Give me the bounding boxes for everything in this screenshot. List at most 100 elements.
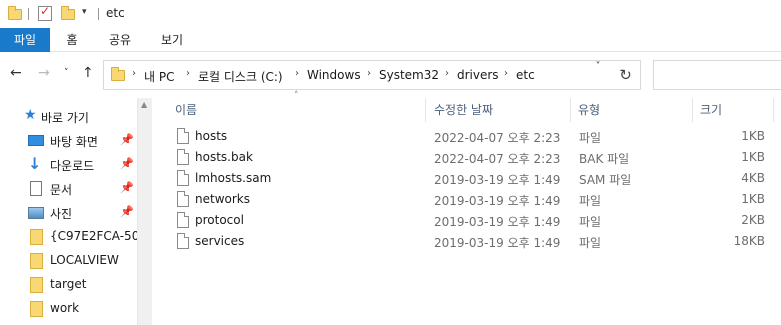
table-row[interactable]: hosts 2022-04-07 오후 2:23 파일 1KB <box>170 126 781 147</box>
arrow-right-icon[interactable]: → <box>38 65 50 81</box>
sidebar-item-label: 다운로드 <box>50 159 95 173</box>
tab-file[interactable]: 파일 <box>0 28 50 52</box>
star-icon: ★ <box>24 107 37 123</box>
file-type: SAM 파일 <box>579 173 632 187</box>
navigation-bar: ← → ˅ ↑ › 내 PC › 로컬 디스크 (C:) › Windows ›… <box>0 52 781 98</box>
properties-icon[interactable]: ✓ <box>38 4 52 21</box>
file-type: 파일 <box>579 194 602 208</box>
file-icon <box>177 233 189 249</box>
table-row[interactable]: hosts.bak 2022-04-07 오후 2:23 BAK 파일 1KB <box>170 147 781 168</box>
breadcrumb-system32[interactable]: System32 <box>379 68 439 82</box>
scroll-up-icon[interactable]: ▲ <box>141 100 147 109</box>
sidebar-item-folder[interactable]: {C97E2FCA-501 <box>0 225 147 249</box>
column-divider[interactable] <box>570 98 571 122</box>
file-name: hosts.bak <box>195 150 253 164</box>
sidebar-item-label: 바탕 화면 <box>50 135 98 149</box>
breadcrumb-local-disk[interactable]: 로컬 디스크 (C:) <box>198 68 283 85</box>
pin-icon[interactable]: 📌 <box>120 181 134 194</box>
table-row[interactable]: networks 2019-03-19 오후 1:49 파일 1KB <box>170 189 781 210</box>
picture-icon <box>28 207 44 219</box>
column-header-size[interactable]: 크기 <box>700 101 722 118</box>
file-name: lmhosts.sam <box>195 171 272 185</box>
chevron-right-icon[interactable]: › <box>367 68 371 79</box>
search-input[interactable] <box>653 60 781 90</box>
chevron-right-icon[interactable]: › <box>295 68 299 79</box>
file-name: services <box>195 234 245 248</box>
separator <box>28 8 29 20</box>
folder-icon <box>30 277 43 293</box>
download-icon: ↓ <box>28 154 42 173</box>
file-icon <box>177 170 189 186</box>
sidebar-scrollbar[interactable]: ▲ <box>137 98 152 325</box>
column-header-name[interactable]: 이름 <box>175 101 197 118</box>
refresh-icon[interactable]: ↻ <box>611 60 641 90</box>
chevron-right-icon[interactable]: › <box>445 68 449 79</box>
sidebar-item-downloads[interactable]: ↓ 다운로드 📌 <box>0 153 137 177</box>
sidebar-item-pictures[interactable]: 사진 📌 <box>0 201 137 225</box>
new-folder-icon[interactable] <box>61 6 75 20</box>
sidebar-item-label: 문서 <box>50 183 73 197</box>
pin-icon[interactable]: 📌 <box>120 157 134 170</box>
sidebar-item-work[interactable]: work <box>0 297 137 321</box>
file-type: 파일 <box>579 131 602 145</box>
sidebar-item-quick-access[interactable]: ★ 바로 가기 <box>0 105 137 129</box>
chevron-down-icon[interactable]: ˅ <box>64 68 69 78</box>
column-divider[interactable] <box>425 98 426 122</box>
arrow-left-icon[interactable]: ← <box>10 65 22 81</box>
file-date: 2019-03-19 오후 1:49 <box>434 215 561 229</box>
file-size: 18KB <box>733 234 765 248</box>
table-row[interactable]: protocol 2019-03-19 오후 1:49 파일 2KB <box>170 210 781 231</box>
tab-view[interactable]: 보기 <box>150 28 194 52</box>
file-size: 1KB <box>741 150 765 164</box>
tab-home[interactable]: 홈 <box>52 28 92 52</box>
table-row[interactable]: services 2019-03-19 오후 1:49 파일 18KB <box>170 231 781 252</box>
file-date: 2019-03-19 오후 1:49 <box>434 236 561 250</box>
breadcrumb-windows[interactable]: Windows <box>307 68 361 82</box>
file-date: 2019-03-19 오후 1:49 <box>434 194 561 208</box>
file-size: 4KB <box>741 171 765 185</box>
pin-icon[interactable]: 📌 <box>120 133 134 146</box>
column-divider[interactable] <box>692 98 693 122</box>
file-list: ˄ 이름 수정한 날짜 유형 크기 hosts 2022-04-07 오후 2:… <box>152 91 781 325</box>
sidebar-item-documents[interactable]: 문서 📌 <box>0 177 137 201</box>
arrow-up-icon[interactable]: ↑ <box>82 65 94 81</box>
file-type: 파일 <box>579 236 602 250</box>
file-type: BAK 파일 <box>579 152 630 166</box>
chevron-right-icon[interactable]: › <box>132 68 136 79</box>
file-date: 2022-04-07 오후 2:23 <box>434 131 561 145</box>
breadcrumb-etc[interactable]: etc <box>516 68 535 82</box>
breadcrumb-drivers[interactable]: drivers <box>457 68 499 82</box>
sidebar-item-desktop[interactable]: 바탕 화면 📌 <box>0 129 137 153</box>
file-icon <box>177 149 189 165</box>
table-row[interactable]: lmhosts.sam 2019-03-19 오후 1:49 SAM 파일 4K… <box>170 168 781 189</box>
folder-icon <box>8 6 22 20</box>
file-name: hosts <box>195 129 228 143</box>
folder-icon <box>30 229 43 245</box>
column-header-date[interactable]: 수정한 날짜 <box>434 101 493 118</box>
address-bar[interactable]: › 내 PC › 로컬 디스크 (C:) › Windows › System3… <box>103 60 641 90</box>
folder-icon <box>111 67 125 81</box>
column-divider[interactable] <box>773 98 774 122</box>
document-icon <box>30 181 42 196</box>
tab-share[interactable]: 공유 <box>98 28 142 52</box>
file-name: networks <box>195 192 250 206</box>
title-bar: ✓ ▾ etc <box>0 0 781 28</box>
chevron-right-icon[interactable]: › <box>186 68 190 79</box>
breadcrumb-this-pc[interactable]: 내 PC <box>144 68 174 85</box>
sidebar-item-localview[interactable]: LOCALVIEW <box>0 249 137 273</box>
chevron-right-icon[interactable]: › <box>504 68 508 79</box>
column-header-type[interactable]: 유형 <box>578 101 600 118</box>
file-size: 1KB <box>741 129 765 143</box>
pin-icon[interactable]: 📌 <box>120 205 134 218</box>
address-history-icon[interactable]: ˅ <box>588 61 608 72</box>
ribbon-tabs: 파일 홈 공유 보기 <box>0 28 781 52</box>
file-size: 2KB <box>741 213 765 227</box>
desktop-icon <box>28 135 44 146</box>
file-size: 1KB <box>741 192 765 206</box>
sidebar-item-target[interactable]: target <box>0 273 137 297</box>
sort-ascending-icon: ˄ <box>294 91 299 101</box>
file-type: 파일 <box>579 215 602 229</box>
customize-toolbar-icon[interactable]: ▾ <box>82 7 87 17</box>
file-date: 2019-03-19 오후 1:49 <box>434 173 561 187</box>
sidebar-item-label: 바로 가기 <box>41 111 89 125</box>
